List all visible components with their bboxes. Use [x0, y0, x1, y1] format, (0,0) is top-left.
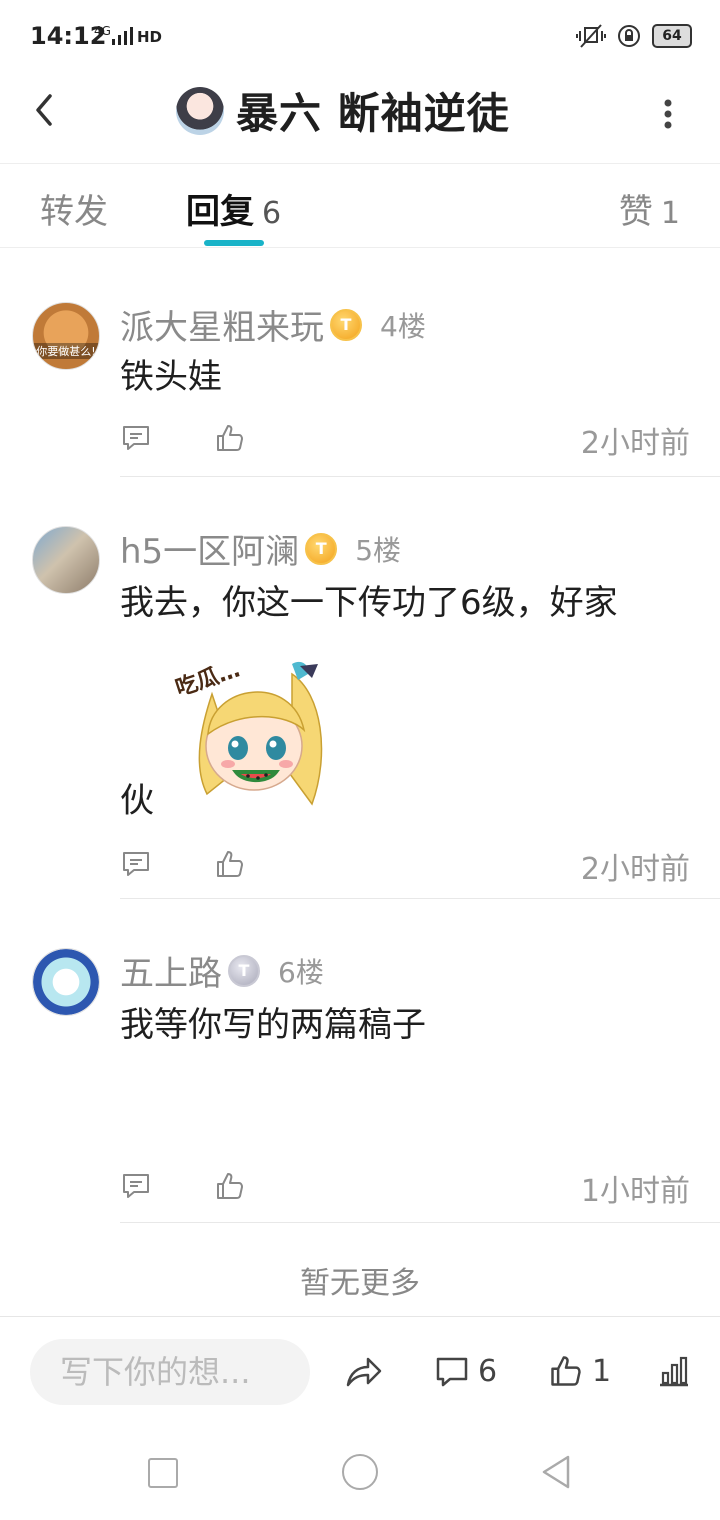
- like-count-button[interactable]: 1: [548, 1353, 611, 1389]
- comment-icon[interactable]: [120, 848, 152, 880]
- level-badge: T: [228, 954, 260, 987]
- top-bar: 暴六 断袖逆徒: [0, 72, 720, 164]
- comment-header: 五上路 T 6楼: [120, 946, 324, 995]
- nav-back-icon[interactable]: [540, 1454, 572, 1490]
- comment-author[interactable]: 五上路: [120, 946, 222, 995]
- system-nav-bar: [0, 1426, 720, 1520]
- comment-count: 6: [478, 1353, 498, 1389]
- stats-icon[interactable]: [656, 1353, 692, 1389]
- status-bar: 14:12 4G HD 64: [0, 0, 720, 72]
- like-icon: [551, 1356, 581, 1386]
- hd-indicator: HD: [137, 28, 163, 46]
- title-area[interactable]: 暴六 断袖逆徒: [176, 80, 510, 141]
- vibrate-icon: [576, 24, 606, 48]
- status-right: 64: [576, 22, 692, 50]
- eating-melon-sticker: 吃瓜…: [172, 656, 323, 806]
- divider: [120, 1222, 720, 1223]
- like-icon[interactable]: [214, 422, 246, 454]
- rotation-lock-icon: [618, 25, 640, 47]
- signal-icon: [112, 27, 133, 45]
- comment-text: 我等你写的两篇稿子: [120, 1005, 426, 1045]
- bottom-action-bar: 写下你的想... 6 1: [0, 1316, 720, 1426]
- tab-reply-label: 回复: [186, 192, 254, 232]
- share-icon[interactable]: [344, 1353, 384, 1393]
- floor-number: 5楼: [355, 533, 402, 567]
- comment-text-line1: 我去，你这一下传功了6级，好家: [120, 583, 618, 623]
- avatar[interactable]: [32, 526, 100, 594]
- tab-like-label: 赞: [618, 192, 653, 232]
- comment-actions: 2小时前: [120, 848, 690, 888]
- divider: [120, 476, 720, 477]
- comment-icon: [436, 1357, 468, 1387]
- tab-forward[interactable]: 转发: [40, 184, 108, 233]
- more-icon[interactable]: [660, 94, 676, 134]
- level-badge: T: [305, 532, 338, 565]
- comment-time: 2小时前: [580, 852, 690, 887]
- comment-author[interactable]: h5一区阿澜: [120, 524, 299, 573]
- comment-text-line2: 伙: [120, 781, 154, 821]
- home-button[interactable]: [342, 1454, 378, 1490]
- comment-actions: 1小时前: [120, 1170, 690, 1210]
- comment-text: 铁头娃: [120, 357, 222, 397]
- tab-reply[interactable]: 回复 6: [186, 184, 281, 233]
- reply-input[interactable]: 写下你的想...: [30, 1339, 310, 1405]
- like-icon[interactable]: [214, 1170, 246, 1202]
- author-avatar[interactable]: [176, 86, 224, 135]
- floor-number: 4楼: [380, 309, 426, 343]
- comment-header: 派大星粗来玩 T 4楼: [120, 300, 426, 349]
- avatar-caption: 你要做甚么!: [33, 343, 99, 359]
- avatar[interactable]: [32, 948, 100, 1016]
- tab-forward-label: 转发: [40, 192, 108, 232]
- like-count: 1: [592, 1353, 612, 1389]
- floor-number: 6楼: [278, 955, 324, 989]
- sticker-text: 吃瓜…: [172, 656, 243, 701]
- comment-author[interactable]: 派大星粗来玩: [120, 300, 324, 349]
- network-type: 4G: [94, 24, 111, 38]
- comment-count-button[interactable]: 6: [434, 1353, 497, 1389]
- no-more-text: 暂无更多: [300, 1266, 420, 1301]
- comment-header: h5一区阿澜 T 5楼: [120, 524, 401, 573]
- comment-actions: 2小时前: [120, 422, 690, 462]
- avatar[interactable]: 你要做甚么!: [32, 302, 100, 370]
- recents-button[interactable]: [148, 1458, 178, 1488]
- like-icon[interactable]: [214, 848, 246, 880]
- level-badge: T: [330, 308, 362, 341]
- active-tab-indicator: [204, 240, 264, 246]
- tab-bar: 转发 回复 6 赞1: [0, 164, 720, 248]
- tab-like[interactable]: 赞1: [619, 184, 680, 233]
- divider: [120, 898, 720, 899]
- battery-indicator: 64: [652, 24, 692, 48]
- comment-icon[interactable]: [120, 422, 152, 454]
- page-title: 暴六 断袖逆徒: [236, 89, 510, 138]
- comment-time: 1小时前: [580, 1174, 690, 1209]
- tab-reply-count: 6: [262, 196, 282, 231]
- tab-like-count: 1: [660, 196, 680, 231]
- comment-time: 2小时前: [580, 426, 690, 461]
- back-icon[interactable]: [26, 90, 66, 130]
- comment-icon[interactable]: [120, 1170, 152, 1202]
